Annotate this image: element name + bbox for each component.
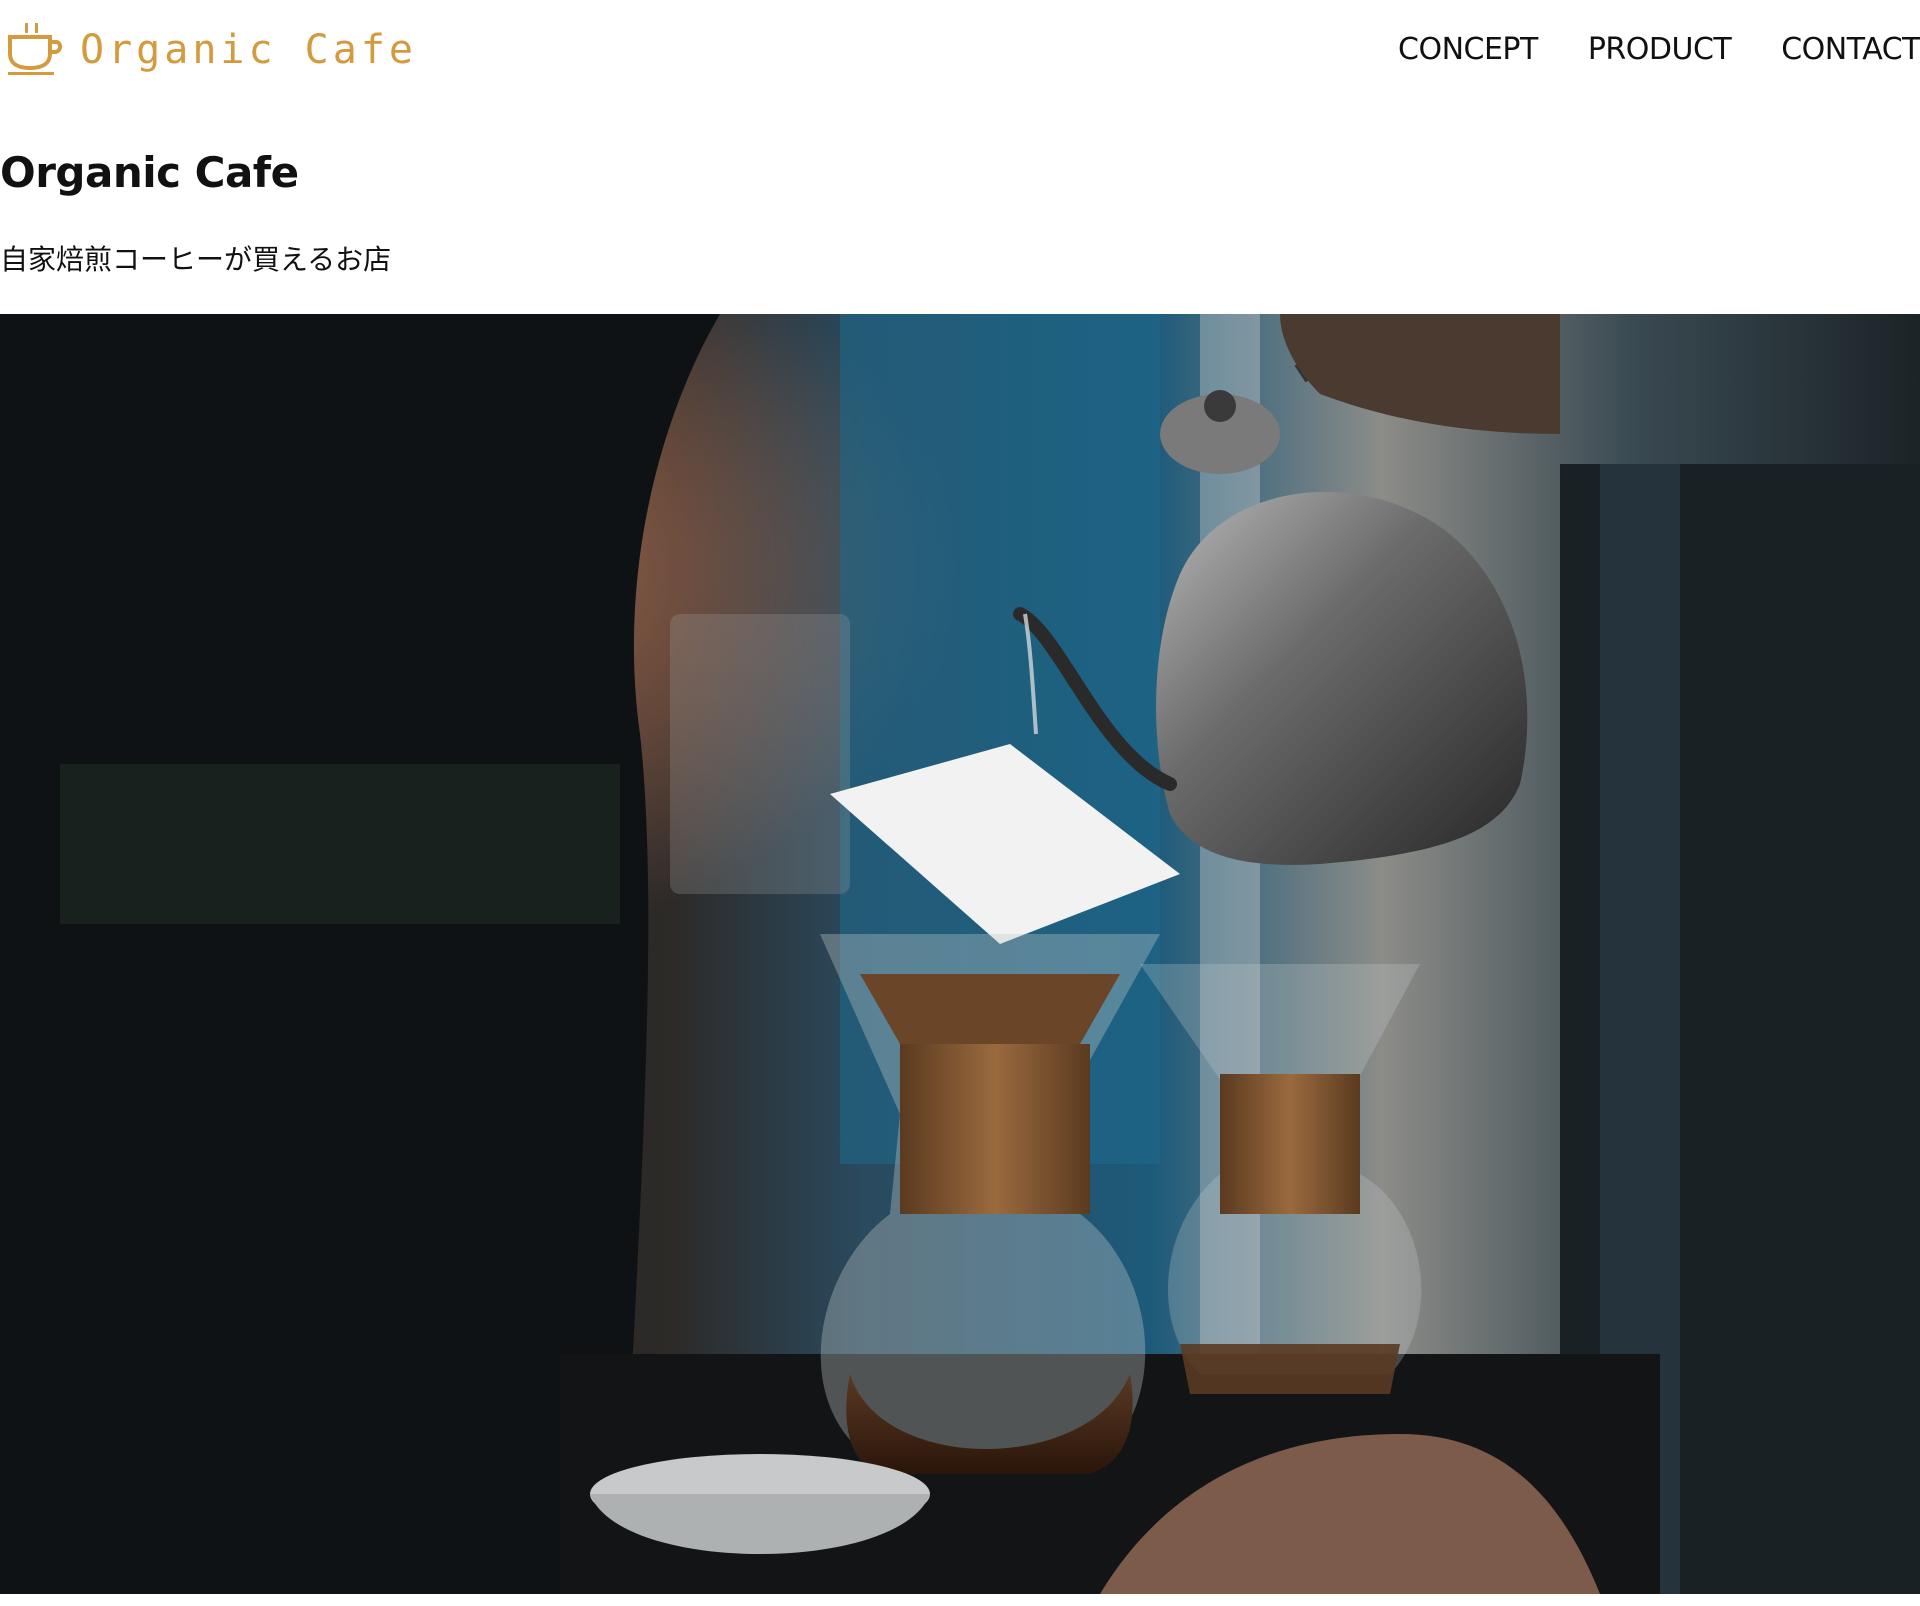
site-header: Organic Cafe CONCEPT PRODUCT CONTACT [0,0,1920,110]
logo-text: Organic Cafe [80,27,417,73]
page-title: Organic Cafe [0,148,299,197]
nav-contact[interactable]: CONTACT [1781,30,1920,70]
logo-link[interactable]: Organic Cafe [6,20,417,76]
nav-product[interactable]: PRODUCT [1588,30,1732,70]
hero-image [0,314,1920,1594]
tagline: 自家焙煎コーヒーが買えるお店 [0,243,392,276]
main-nav: CONCEPT PRODUCT CONTACT [1398,30,1920,70]
coffee-cup-icon [8,23,63,75]
intro-section: Organic Cafe 自家焙煎コーヒーが買えるお店 [0,110,1920,314]
nav-concept[interactable]: CONCEPT [1398,30,1538,70]
hero-coffee-pour-photo [0,314,1920,1594]
